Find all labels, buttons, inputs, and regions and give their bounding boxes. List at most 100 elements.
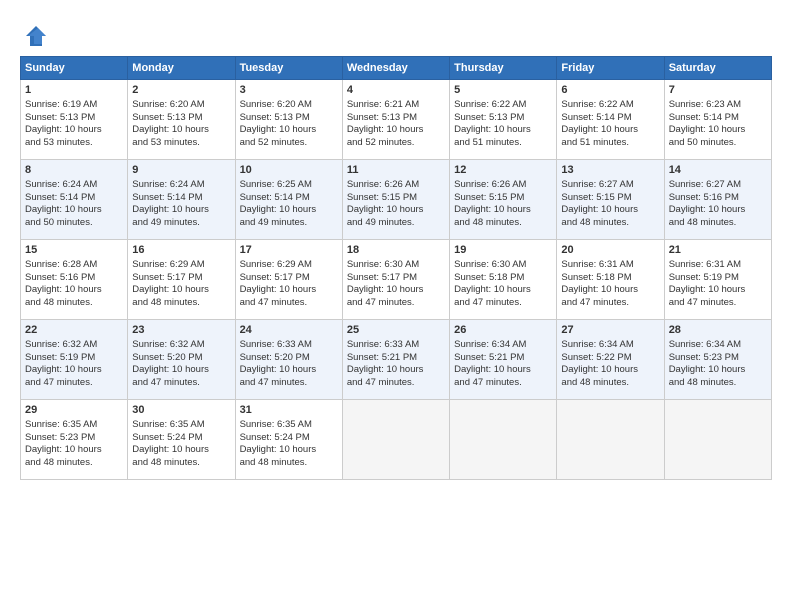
- day-info: Sunrise: 6:32 AM: [25, 339, 123, 352]
- calendar-cell: 12Sunrise: 6:26 AMSunset: 5:15 PMDayligh…: [450, 160, 557, 240]
- day-number: 12: [454, 163, 552, 178]
- day-info: and 48 minutes.: [561, 377, 659, 390]
- calendar-cell: 28Sunrise: 6:34 AMSunset: 5:23 PMDayligh…: [664, 320, 771, 400]
- day-info: Sunset: 5:20 PM: [240, 352, 338, 365]
- calendar-cell: 24Sunrise: 6:33 AMSunset: 5:20 PMDayligh…: [235, 320, 342, 400]
- day-number: 15: [25, 243, 123, 258]
- page: SundayMondayTuesdayWednesdayThursdayFrid…: [0, 0, 792, 612]
- header: [20, 18, 772, 50]
- calendar-cell: 29Sunrise: 6:35 AMSunset: 5:23 PMDayligh…: [21, 400, 128, 480]
- day-info: Daylight: 10 hours: [561, 204, 659, 217]
- day-info: Daylight: 10 hours: [454, 124, 552, 137]
- day-info: Daylight: 10 hours: [454, 204, 552, 217]
- day-number: 10: [240, 163, 338, 178]
- day-info: Sunset: 5:13 PM: [454, 112, 552, 125]
- day-info: Sunset: 5:20 PM: [132, 352, 230, 365]
- day-info: Sunrise: 6:34 AM: [669, 339, 767, 352]
- day-number: 25: [347, 323, 445, 338]
- day-info: and 53 minutes.: [25, 137, 123, 150]
- day-number: 24: [240, 323, 338, 338]
- day-info: Sunrise: 6:27 AM: [561, 179, 659, 192]
- calendar-cell: 13Sunrise: 6:27 AMSunset: 5:15 PMDayligh…: [557, 160, 664, 240]
- day-info: Sunset: 5:16 PM: [669, 192, 767, 205]
- calendar-cell: [664, 400, 771, 480]
- day-info: Sunset: 5:21 PM: [347, 352, 445, 365]
- day-info: Daylight: 10 hours: [347, 204, 445, 217]
- day-info: and 50 minutes.: [669, 137, 767, 150]
- day-info: Sunrise: 6:28 AM: [25, 259, 123, 272]
- day-info: and 49 minutes.: [132, 217, 230, 230]
- day-info: Sunrise: 6:24 AM: [132, 179, 230, 192]
- calendar-cell: 5Sunrise: 6:22 AMSunset: 5:13 PMDaylight…: [450, 80, 557, 160]
- day-info: and 48 minutes.: [240, 457, 338, 470]
- calendar-cell: 26Sunrise: 6:34 AMSunset: 5:21 PMDayligh…: [450, 320, 557, 400]
- day-info: Sunset: 5:17 PM: [347, 272, 445, 285]
- day-info: and 49 minutes.: [240, 217, 338, 230]
- calendar-cell: 18Sunrise: 6:30 AMSunset: 5:17 PMDayligh…: [342, 240, 449, 320]
- day-info: Daylight: 10 hours: [347, 364, 445, 377]
- day-info: Sunset: 5:23 PM: [669, 352, 767, 365]
- day-info: Daylight: 10 hours: [454, 284, 552, 297]
- day-info: and 47 minutes.: [347, 377, 445, 390]
- calendar-cell: 4Sunrise: 6:21 AMSunset: 5:13 PMDaylight…: [342, 80, 449, 160]
- day-number: 27: [561, 323, 659, 338]
- day-number: 1: [25, 83, 123, 98]
- day-info: Sunrise: 6:25 AM: [240, 179, 338, 192]
- day-info: and 49 minutes.: [347, 217, 445, 230]
- calendar-cell: 30Sunrise: 6:35 AMSunset: 5:24 PMDayligh…: [128, 400, 235, 480]
- calendar-cell: [450, 400, 557, 480]
- calendar-cell: 25Sunrise: 6:33 AMSunset: 5:21 PMDayligh…: [342, 320, 449, 400]
- logo-icon: [20, 22, 48, 50]
- day-info: and 48 minutes.: [25, 457, 123, 470]
- day-info: Sunset: 5:13 PM: [347, 112, 445, 125]
- day-number: 8: [25, 163, 123, 178]
- calendar-body: 1Sunrise: 6:19 AMSunset: 5:13 PMDaylight…: [21, 80, 772, 480]
- day-info: Sunset: 5:23 PM: [25, 432, 123, 445]
- day-info: Sunrise: 6:26 AM: [454, 179, 552, 192]
- day-info: Sunrise: 6:22 AM: [561, 99, 659, 112]
- day-number: 9: [132, 163, 230, 178]
- day-info: Sunset: 5:24 PM: [132, 432, 230, 445]
- day-info: Sunrise: 6:24 AM: [25, 179, 123, 192]
- day-number: 18: [347, 243, 445, 258]
- day-info: Sunset: 5:13 PM: [240, 112, 338, 125]
- day-info: Daylight: 10 hours: [132, 204, 230, 217]
- day-info: Sunrise: 6:30 AM: [347, 259, 445, 272]
- day-info: and 48 minutes.: [669, 217, 767, 230]
- day-info: Sunrise: 6:33 AM: [240, 339, 338, 352]
- day-header-tuesday: Tuesday: [235, 57, 342, 80]
- day-number: 26: [454, 323, 552, 338]
- calendar-week-4: 22Sunrise: 6:32 AMSunset: 5:19 PMDayligh…: [21, 320, 772, 400]
- day-info: Sunset: 5:18 PM: [454, 272, 552, 285]
- day-number: 23: [132, 323, 230, 338]
- calendar-week-2: 8Sunrise: 6:24 AMSunset: 5:14 PMDaylight…: [21, 160, 772, 240]
- day-info: Sunset: 5:14 PM: [669, 112, 767, 125]
- day-info: and 47 minutes.: [347, 297, 445, 310]
- day-info: Daylight: 10 hours: [669, 204, 767, 217]
- day-number: 22: [25, 323, 123, 338]
- day-info: Sunset: 5:21 PM: [454, 352, 552, 365]
- day-info: and 47 minutes.: [132, 377, 230, 390]
- day-header-saturday: Saturday: [664, 57, 771, 80]
- day-info: Daylight: 10 hours: [25, 124, 123, 137]
- day-info: Sunrise: 6:34 AM: [454, 339, 552, 352]
- day-header-sunday: Sunday: [21, 57, 128, 80]
- calendar-cell: 21Sunrise: 6:31 AMSunset: 5:19 PMDayligh…: [664, 240, 771, 320]
- day-number: 7: [669, 83, 767, 98]
- calendar-cell: 6Sunrise: 6:22 AMSunset: 5:14 PMDaylight…: [557, 80, 664, 160]
- day-info: and 48 minutes.: [132, 297, 230, 310]
- day-info: Daylight: 10 hours: [669, 364, 767, 377]
- day-info: Daylight: 10 hours: [561, 364, 659, 377]
- day-info: and 47 minutes.: [561, 297, 659, 310]
- day-info: Sunset: 5:14 PM: [25, 192, 123, 205]
- calendar-cell: 8Sunrise: 6:24 AMSunset: 5:14 PMDaylight…: [21, 160, 128, 240]
- day-number: 3: [240, 83, 338, 98]
- day-info: and 51 minutes.: [561, 137, 659, 150]
- day-info: Sunset: 5:24 PM: [240, 432, 338, 445]
- day-info: Sunrise: 6:23 AM: [669, 99, 767, 112]
- day-number: 11: [347, 163, 445, 178]
- day-info: Sunrise: 6:31 AM: [561, 259, 659, 272]
- day-info: Daylight: 10 hours: [347, 284, 445, 297]
- day-info: Sunrise: 6:34 AM: [561, 339, 659, 352]
- day-number: 19: [454, 243, 552, 258]
